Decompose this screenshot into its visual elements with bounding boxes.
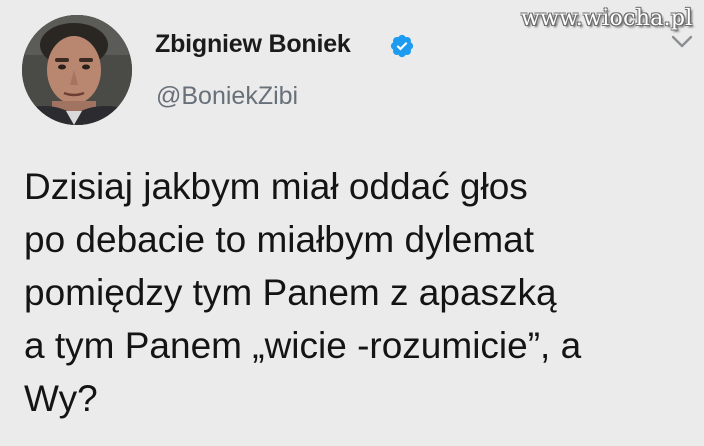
- tweet-line: Dzisiaj jakbym miał oddać głos: [24, 166, 528, 207]
- verified-badge-icon: [390, 34, 414, 58]
- tweet-line: pomiędzy tym Panem z apaszką: [24, 272, 557, 313]
- display-name[interactable]: Zbigniew Boniek: [155, 30, 351, 59]
- avatar[interactable]: [22, 15, 132, 125]
- tweet-card: Zbigniew Boniek @BoniekZibi www.wiocha.p…: [0, 0, 704, 446]
- user-handle[interactable]: @BoniekZibi: [156, 82, 298, 111]
- chevron-down-icon[interactable]: [670, 34, 694, 50]
- tweet-line: po debacie to miałbym dylemat: [24, 219, 535, 260]
- tweet-line: Wy?: [24, 378, 98, 419]
- tweet-text: Dzisiaj jakbym miał oddać głos po debaci…: [24, 160, 694, 425]
- avatar-photo: [22, 15, 132, 125]
- watermark: www.wiocha.pl: [521, 6, 693, 31]
- tweet-line: a tym Panem „wicie -rozumicie”, a: [24, 325, 582, 366]
